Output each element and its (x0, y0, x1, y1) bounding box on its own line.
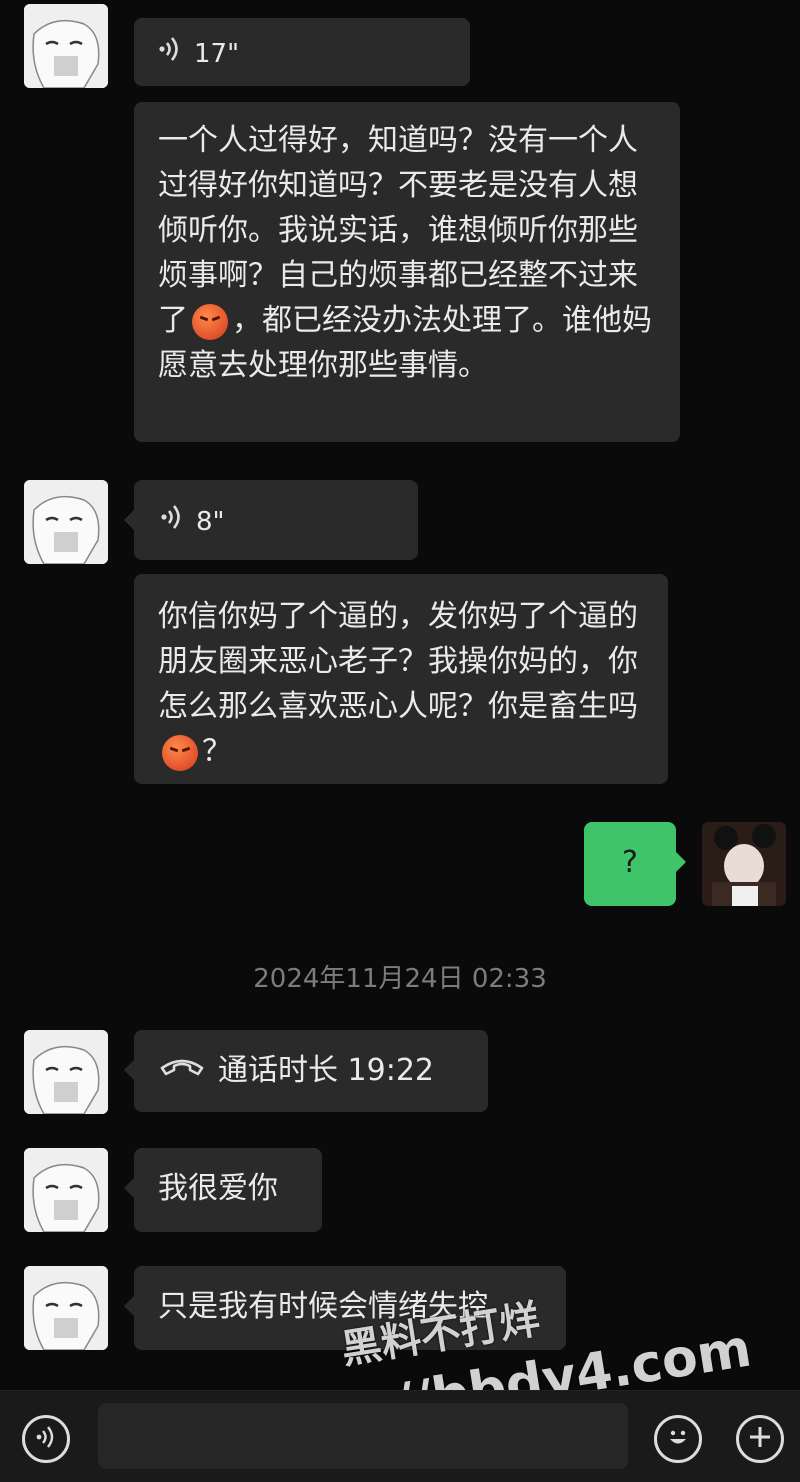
message-text: ? (622, 845, 638, 880)
message-input[interactable] (98, 1403, 628, 1469)
input-toolbar (0, 1390, 800, 1482)
contact-avatar[interactable] (24, 1148, 108, 1232)
voice-message-bubble[interactable]: 17" (134, 18, 470, 86)
voice-message-bubble[interactable]: 8" (124, 480, 418, 560)
voice-duration: 17" (194, 39, 240, 69)
call-record-bubble[interactable]: 通话时长 19:22 (124, 1030, 488, 1112)
bubble-tail (124, 1060, 134, 1080)
text-message-bubble[interactable]: 一个人过得好，知道吗？没有一个人过得好你知道吗？不要老是没有人想倾听你。我说实话… (134, 102, 680, 442)
contact-avatar[interactable] (24, 480, 108, 564)
text-message-bubble[interactable]: 我很爱你 (124, 1148, 322, 1232)
angry-face-icon (162, 734, 198, 771)
my-avatar[interactable] (702, 822, 786, 906)
message-text: 我很爱你 (158, 1171, 278, 1206)
voice-wave-icon (158, 32, 182, 77)
bubble-tail (124, 1296, 134, 1316)
voice-wave-icon (35, 1425, 57, 1453)
angry-face-icon (192, 303, 228, 340)
contact-avatar[interactable] (24, 1266, 108, 1350)
call-duration: 通话时长 19:22 (218, 1053, 434, 1088)
contact-avatar[interactable] (24, 1030, 108, 1114)
voice-duration: 8" (196, 507, 225, 537)
contact-avatar[interactable] (24, 4, 108, 88)
voice-input-button[interactable] (22, 1415, 70, 1463)
message-text: 你信你妈了个逼的，发你妈了个逼的朋友圈来恶心老子？我操你妈的，你怎么那么喜欢恶心… (158, 599, 638, 724)
bubble-tail (124, 510, 134, 530)
text-message-bubble[interactable]: 你信你妈了个逼的，发你妈了个逼的朋友圈来恶心老子？我操你妈的，你怎么那么喜欢恶心… (134, 574, 668, 784)
more-button[interactable] (736, 1415, 784, 1463)
message-text-continued: ，都已经没办法处理了。谁他妈愿意去处理你那些事情。 (158, 303, 652, 383)
bubble-tail (124, 1178, 134, 1198)
plus-icon (747, 1424, 773, 1454)
status-bar-edge (0, 0, 800, 14)
emoji-button[interactable] (654, 1415, 702, 1463)
bubble-tail (676, 852, 686, 872)
voice-wave-icon (160, 500, 184, 545)
phone-handset-icon (158, 1048, 206, 1093)
chat-area: 17" 一个人过得好，知道吗？没有一个人过得好你知道吗？不要老是没有人想倾听你。… (0, 0, 800, 1390)
chat-timestamp: 2024年11月24日 02:33 (253, 964, 547, 994)
my-message-bubble[interactable]: ? (584, 822, 686, 906)
smile-icon (663, 1422, 693, 1456)
message-text-continued: ？ (202, 734, 232, 769)
